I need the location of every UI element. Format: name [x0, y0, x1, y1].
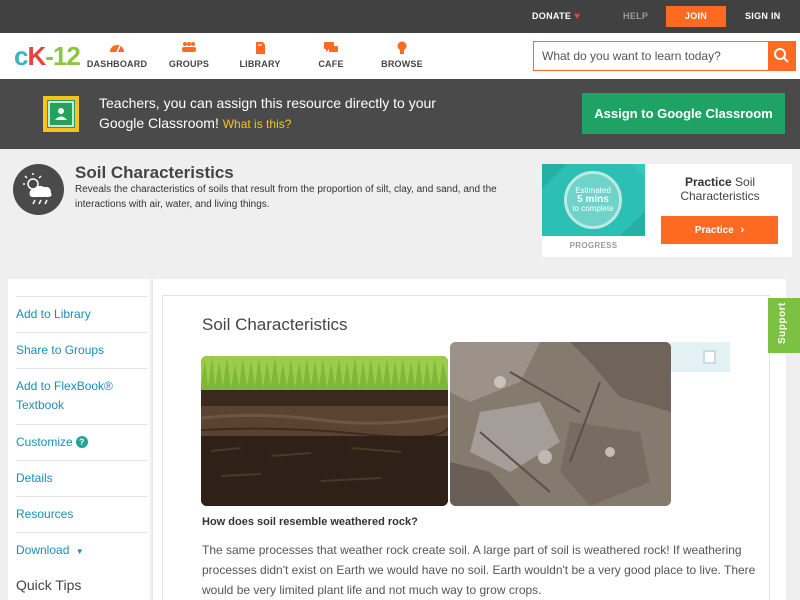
sidebar-item-share-to-groups[interactable]: Share to Groups — [16, 332, 147, 360]
concept-description: Reveals the characteristics of soils tha… — [75, 184, 497, 210]
practice-button[interactable]: Practice › — [661, 216, 778, 244]
library-book-icon — [225, 41, 295, 55]
weathered-rock-image — [450, 342, 671, 506]
support-tab[interactable]: Support — [768, 298, 800, 353]
browse-lightbulb-icon — [367, 41, 437, 55]
groups-people-icon — [154, 41, 224, 55]
join-button[interactable]: JOIN — [666, 6, 726, 27]
concept-title: Soil Characteristics — [75, 163, 234, 182]
nav-cafe[interactable]: CAFE — [296, 41, 366, 69]
notes-icon[interactable] — [703, 350, 716, 364]
caret-down-icon: ▼ — [75, 547, 84, 556]
sidebar-item-add-to-flexbook[interactable]: Add to FlexBook® Textbook — [16, 368, 147, 415]
sidebar-item-download[interactable]: Download ▼ — [16, 532, 147, 561]
sidebar-item-add-to-library[interactable]: Add to Library — [16, 296, 147, 324]
estimated-time-circle: Estimated 5 mins to complete — [564, 171, 622, 229]
help-link[interactable]: HELP — [623, 0, 648, 33]
search-button[interactable] — [768, 42, 795, 70]
dashboard-gauge-icon — [82, 41, 152, 55]
article-title: Soil Characteristics — [202, 315, 348, 334]
lesson-paragraph: The same processes that weather rock cre… — [202, 543, 756, 597]
help-question-icon[interactable]: ? — [75, 436, 88, 448]
assign-to-google-classroom-button[interactable]: Assign to Google Classroom — [582, 93, 785, 134]
sidebar-item-customize[interactable]: Customize? — [16, 424, 147, 452]
google-classroom-icon — [43, 96, 79, 132]
what-is-this-link[interactable]: What is this? — [223, 117, 292, 131]
progress-label: PROGRESS — [569, 241, 618, 250]
ck12-logo[interactable]: cK-12 — [14, 43, 81, 69]
google-classroom-banner: Teachers, you can assign this resource d… — [0, 79, 800, 149]
soil-layers-image — [201, 356, 448, 506]
search-input[interactable] — [534, 42, 768, 70]
chevron-right-icon: › — [740, 223, 745, 236]
weather-cloud-icon — [13, 164, 64, 215]
banner-text: Teachers, you can assign this resource d… — [99, 95, 436, 131]
sign-in-link[interactable]: SIGN IN — [745, 0, 781, 33]
cafe-chat-icon — [296, 41, 366, 55]
top-utility-bar: DONATE ♥ HELP JOIN SIGN IN — [0, 0, 800, 33]
sidebar-item-details[interactable]: Details — [16, 460, 147, 488]
nav-groups[interactable]: GROUPS — [154, 41, 224, 69]
nav-browse[interactable]: BROWSE — [367, 41, 437, 69]
nav-dashboard[interactable]: DASHBOARD — [82, 41, 152, 69]
main-navigation: cK-12 DASHBOARD GROUPS LIBRARY CAFE BROW… — [0, 33, 800, 79]
practice-progress-panel: Estimated 5 mins to complete — [542, 164, 645, 236]
nav-library[interactable]: LIBRARY — [225, 41, 295, 69]
practice-card: Estimated 5 mins to complete PROGRESS Pr… — [542, 164, 792, 257]
search-icon — [774, 48, 789, 63]
heart-icon: ♥ — [574, 11, 581, 22]
sidebar-item-resources[interactable]: Resources — [16, 496, 147, 524]
practice-card-title: Practice Soil Characteristics — [680, 175, 760, 203]
quick-tips-heading[interactable]: Quick Tips — [16, 577, 81, 593]
search-box — [533, 41, 796, 71]
lesson-question: How does soil resemble weathered rock? — [202, 516, 418, 528]
sidebar: Add to Library Share to Groups Add to Fl… — [8, 279, 150, 600]
donate-link[interactable]: DONATE ♥ — [532, 0, 580, 33]
